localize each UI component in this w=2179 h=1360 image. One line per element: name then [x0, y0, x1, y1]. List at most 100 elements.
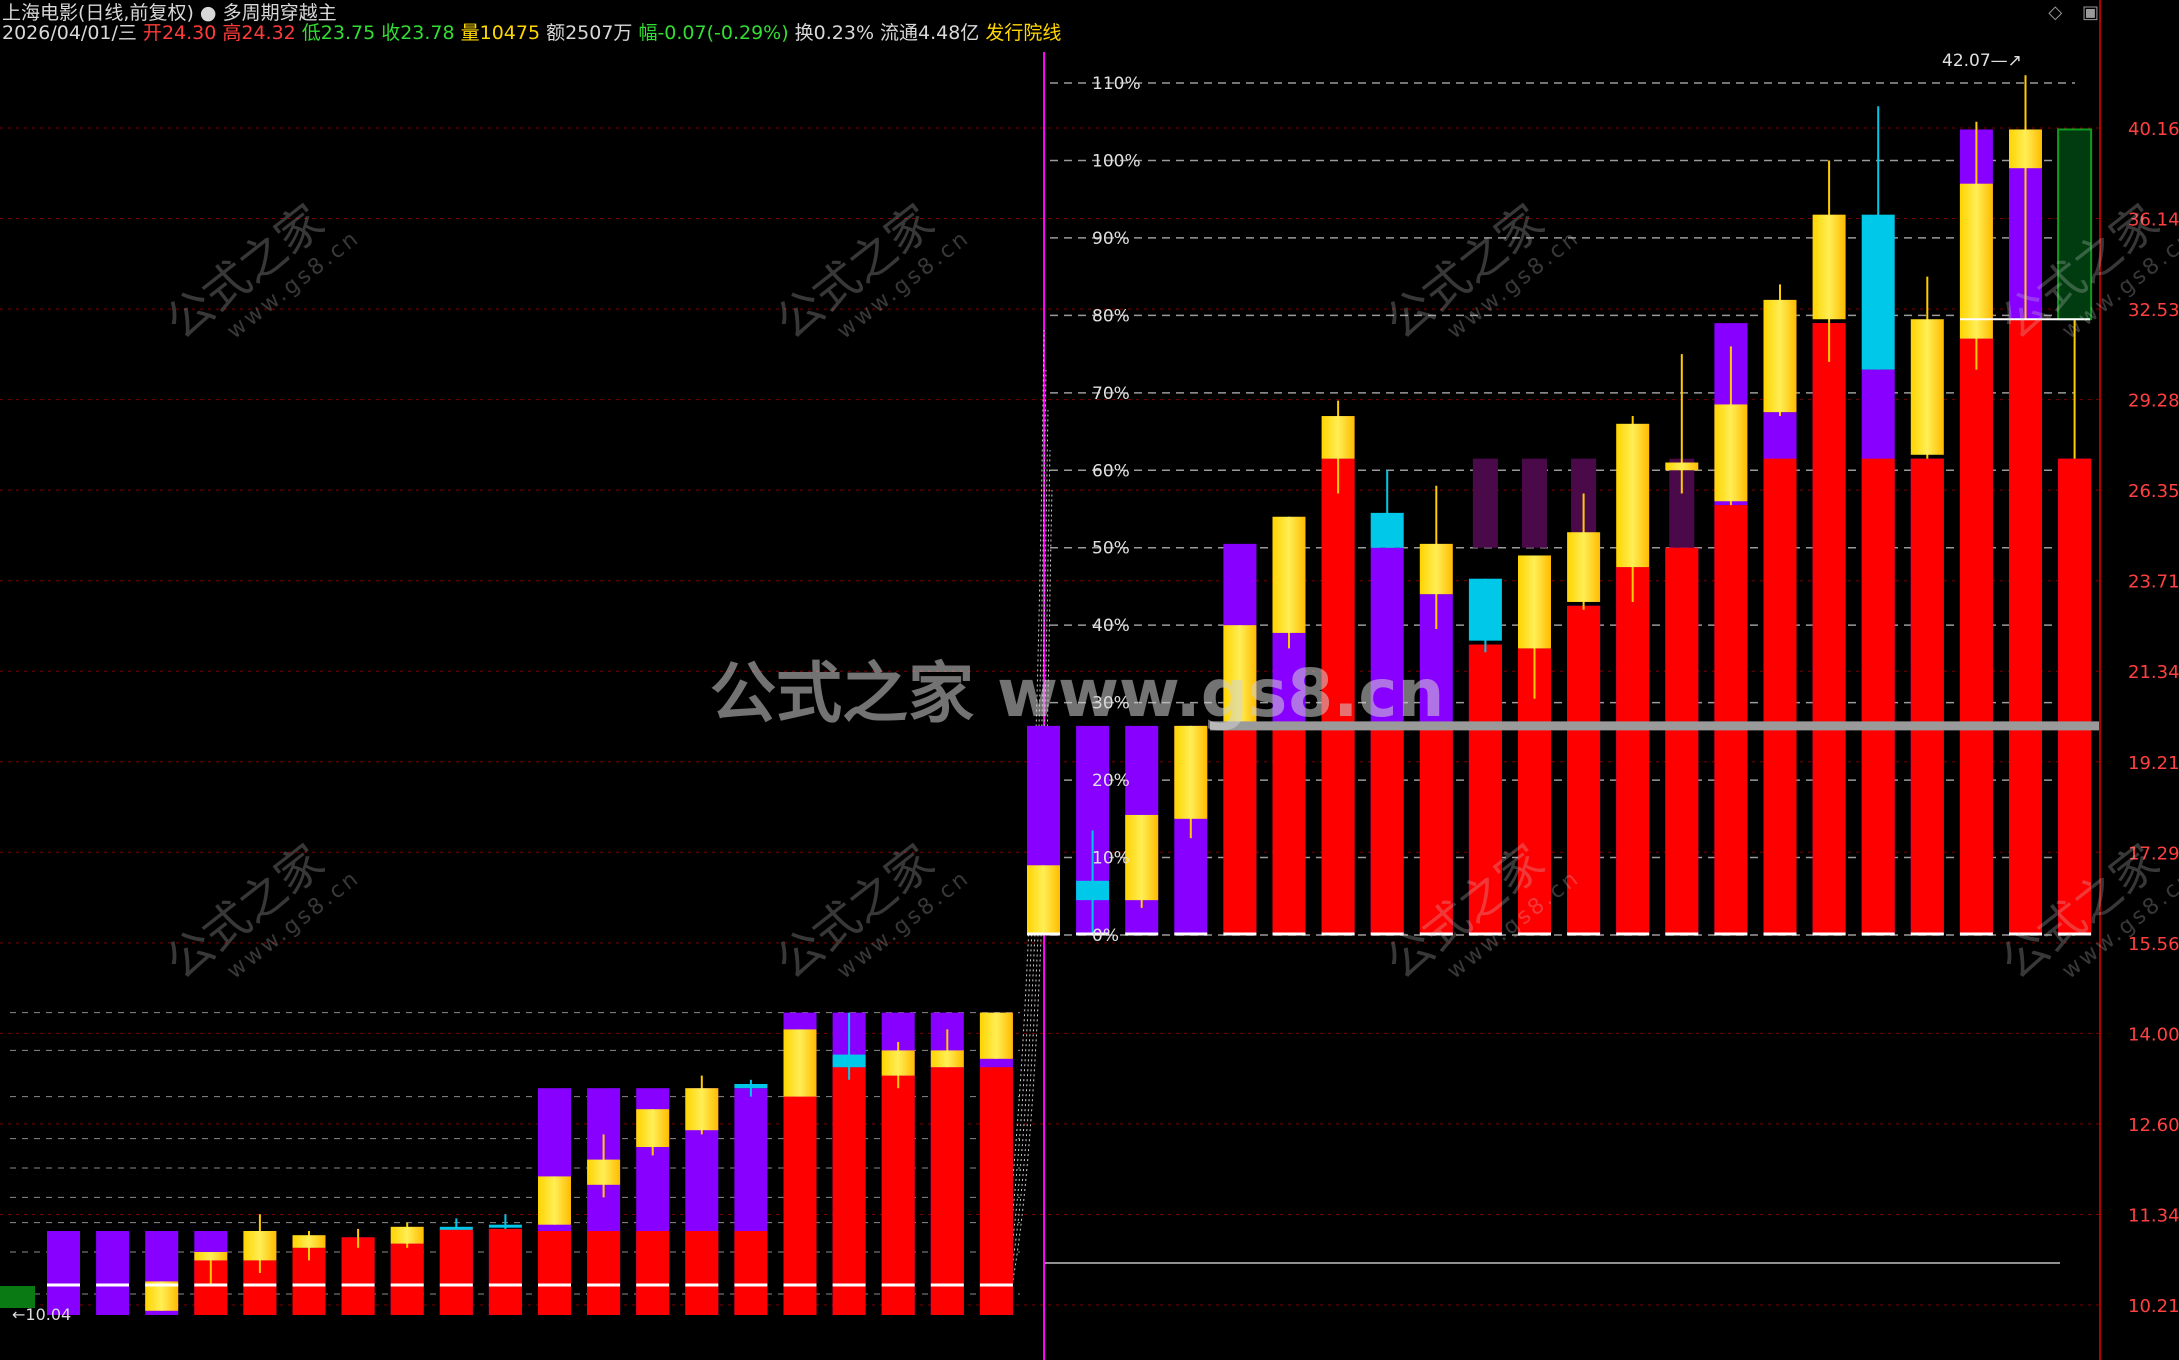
red-bar [734, 1231, 768, 1315]
price-tick-label: 40.16 [2128, 119, 2179, 140]
candle-body [1959, 183, 1993, 339]
red-bar [2058, 458, 2092, 935]
candle-body [734, 1084, 768, 1089]
price-tick-label: 17.29 [2128, 843, 2179, 864]
candle-body [1714, 404, 1748, 502]
candle-body [538, 1176, 571, 1225]
candle-body [1419, 543, 1453, 595]
candle-body [1272, 516, 1306, 633]
red-bar [488, 1228, 522, 1315]
candle-body [2009, 129, 2042, 169]
candle-body [1861, 214, 1895, 370]
candle-body [1370, 512, 1404, 548]
candle-body [1125, 814, 1159, 901]
red-bar [341, 1237, 375, 1315]
red-bar [636, 1231, 670, 1315]
percent-tick-label: 110% [1092, 74, 1141, 94]
candle-body [1763, 299, 1797, 413]
percent-tick-label: 80% [1092, 306, 1130, 326]
price-tick-label: 26.35 [2128, 481, 2179, 502]
red-bar [1370, 725, 1404, 935]
dark-purple-box [1522, 458, 1547, 548]
candle-body [587, 1159, 621, 1185]
red-bar [1321, 458, 1355, 935]
axes: 40.16 36.14 32.53 29.28 26.35 23.71 21.34 19.21… [12, 0, 2179, 1360]
percent-tick-label: 30% [1092, 694, 1130, 714]
candle-body [832, 1054, 866, 1068]
candle-body [194, 1252, 228, 1261]
candle-body [1518, 555, 1551, 649]
red-bar [832, 1067, 866, 1315]
price-tick-label: 11.34 [2128, 1205, 2179, 1226]
price-tick-label: 14.00 [2128, 1024, 2179, 1045]
red-bar [1665, 547, 1699, 935]
percent-tick-label: 0% [1092, 926, 1119, 946]
candle-body [930, 1050, 964, 1068]
red-bar [979, 1067, 1013, 1315]
purple-bar [96, 1231, 130, 1315]
candle-body [1174, 725, 1208, 819]
candle-body [2058, 129, 2092, 320]
candle-body [1468, 578, 1502, 641]
red-bar [783, 1096, 817, 1315]
candle-body [1812, 214, 1846, 320]
price-tick-label: 36.14 [2128, 210, 2179, 231]
purple-bar [47, 1231, 80, 1315]
percent-tick-label: 60% [1092, 461, 1130, 481]
red-bar [538, 1231, 571, 1315]
red-bar [1763, 458, 1797, 935]
candle-body [1223, 625, 1257, 726]
red-bar [439, 1228, 473, 1315]
candle-body [1910, 319, 1944, 455]
candle-body [390, 1226, 424, 1244]
price-tick-label: 15.56 [2128, 934, 2179, 955]
candle-body [439, 1226, 473, 1230]
red-bar [685, 1231, 719, 1315]
candle-body [685, 1088, 719, 1131]
candle-body [979, 1012, 1013, 1059]
red-bar [1567, 605, 1601, 935]
candle-body [1665, 462, 1699, 471]
red-bar [1616, 567, 1650, 935]
red-bar [1861, 458, 1895, 935]
price-tick-label: 10.21 [2128, 1296, 2179, 1317]
price-tick-label: 32.53 [2128, 300, 2179, 321]
percent-tick-label: 90% [1092, 229, 1130, 249]
candle-body [636, 1109, 670, 1147]
bars [0, 75, 2100, 1315]
red-bar [2009, 319, 2042, 936]
candle-body [1321, 416, 1355, 459]
price-tick-label: 19.21 [2128, 753, 2179, 774]
red-bar [930, 1067, 964, 1315]
candle-body [488, 1224, 522, 1228]
red-bar [881, 1075, 915, 1315]
low-annotation: ←10.04 [12, 1305, 71, 1324]
red-bar [1714, 505, 1748, 935]
price-tick-label: 12.60 [2128, 1115, 2179, 1136]
candle-body [1567, 532, 1601, 602]
candle-body [1616, 423, 1650, 568]
percent-tick-label: 70% [1092, 384, 1130, 404]
percent-tick-label: 40% [1092, 616, 1130, 636]
percent-tick-label: 50% [1092, 539, 1130, 559]
red-bar [1223, 725, 1257, 935]
red-bar [587, 1231, 621, 1315]
red-bar [390, 1243, 424, 1315]
candle-body [881, 1050, 915, 1076]
candle-body [1027, 865, 1060, 935]
price-tick-label: 29.28 [2128, 391, 2179, 412]
candle-body [243, 1231, 277, 1261]
dark-purple-box [1472, 458, 1498, 548]
high-annotation: 42.07—↗ [1942, 51, 2022, 71]
red-bar [1272, 725, 1306, 935]
price-tick-label: 21.34 [2128, 662, 2179, 683]
red-bar [1419, 725, 1453, 935]
red-bar [1910, 458, 1944, 935]
percent-tick-label: 20% [1092, 771, 1130, 791]
percent-tick-label: 10% [1092, 849, 1130, 869]
red-bar [1468, 644, 1502, 935]
candle-body [783, 1029, 817, 1097]
candle-body [1076, 880, 1110, 901]
price-chart[interactable]: 40.16 36.14 32.53 29.28 26.35 23.71 21.34 19.21… [0, 0, 2179, 1360]
percent-tick-label: 100% [1092, 151, 1141, 171]
